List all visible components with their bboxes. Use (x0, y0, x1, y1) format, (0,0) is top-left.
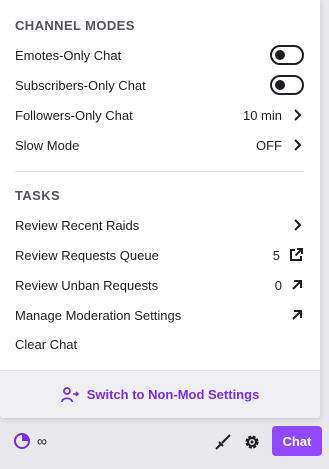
review-requests-queue-row[interactable]: Review Requests Queue 5 (15, 240, 304, 270)
toggle-knob (275, 80, 285, 90)
review-requests-queue-label: Review Requests Queue (15, 247, 159, 263)
subscribers-only-toggle[interactable] (270, 75, 304, 95)
timer-button[interactable] (13, 432, 31, 450)
chat-send-button[interactable]: Chat (272, 426, 322, 456)
chevron-right-icon (294, 139, 302, 151)
review-recent-raids-row[interactable]: Review Recent Raids (15, 210, 304, 240)
manage-moderation-settings-label: Manage Moderation Settings (15, 307, 182, 323)
chat-input-bar: ∞ Chat (0, 426, 329, 458)
tasks-heading: TASKS (15, 188, 61, 203)
user-switch-icon (60, 386, 79, 402)
mod-tools-button[interactable] (213, 432, 233, 452)
clear-chat-button[interactable]: Clear Chat (15, 337, 77, 352)
channel-modes-heading: CHANNEL MODES (15, 18, 135, 33)
chevron-right-icon (294, 109, 302, 121)
toggle-knob (275, 50, 285, 60)
arrow-up-right-icon (292, 310, 302, 320)
clear-chat-row[interactable]: Clear Chat (15, 329, 304, 359)
requests-queue-count: 5 (272, 247, 280, 263)
unban-requests-count: 0 (274, 277, 282, 293)
timer-icon (14, 433, 30, 449)
external-link-icon (290, 248, 303, 261)
sword-icon (215, 434, 231, 450)
subscribers-only-row[interactable]: Subscribers-Only Chat (15, 70, 304, 100)
review-unban-requests-row[interactable]: Review Unban Requests 0 (15, 270, 304, 300)
followers-only-label: Followers-Only Chat (15, 107, 133, 123)
followers-only-row[interactable]: Followers-Only Chat 10 min (15, 100, 304, 130)
switch-to-non-mod-settings-button[interactable]: Switch to Non-Mod Settings (0, 370, 320, 418)
emotes-only-label: Emotes-Only Chat (15, 47, 122, 63)
infinity-indicator: ∞ (37, 433, 47, 449)
emotes-only-toggle[interactable] (270, 45, 304, 65)
gear-icon (245, 435, 259, 449)
mod-settings-panel: CHANNEL MODES Emotes-Only Chat Subscribe… (0, 0, 321, 418)
emotes-only-row[interactable]: Emotes-Only Chat (15, 40, 304, 70)
manage-moderation-settings-row[interactable]: Manage Moderation Settings (15, 300, 304, 330)
arrow-up-right-icon (292, 280, 302, 290)
review-recent-raids-label: Review Recent Raids (15, 217, 140, 233)
review-unban-requests-label: Review Unban Requests (15, 277, 159, 293)
section-divider (15, 171, 304, 172)
chevron-right-icon (294, 219, 302, 231)
slow-mode-row[interactable]: Slow Mode OFF (15, 130, 304, 160)
slow-mode-value: OFF (256, 137, 282, 153)
slow-mode-label: Slow Mode (15, 137, 80, 153)
switch-to-non-mod-settings-label: Switch to Non-Mod Settings (86, 387, 260, 402)
chat-settings-button[interactable] (242, 432, 262, 452)
followers-only-value: 10 min (242, 107, 282, 123)
subscribers-only-label: Subscribers-Only Chat (15, 77, 146, 93)
